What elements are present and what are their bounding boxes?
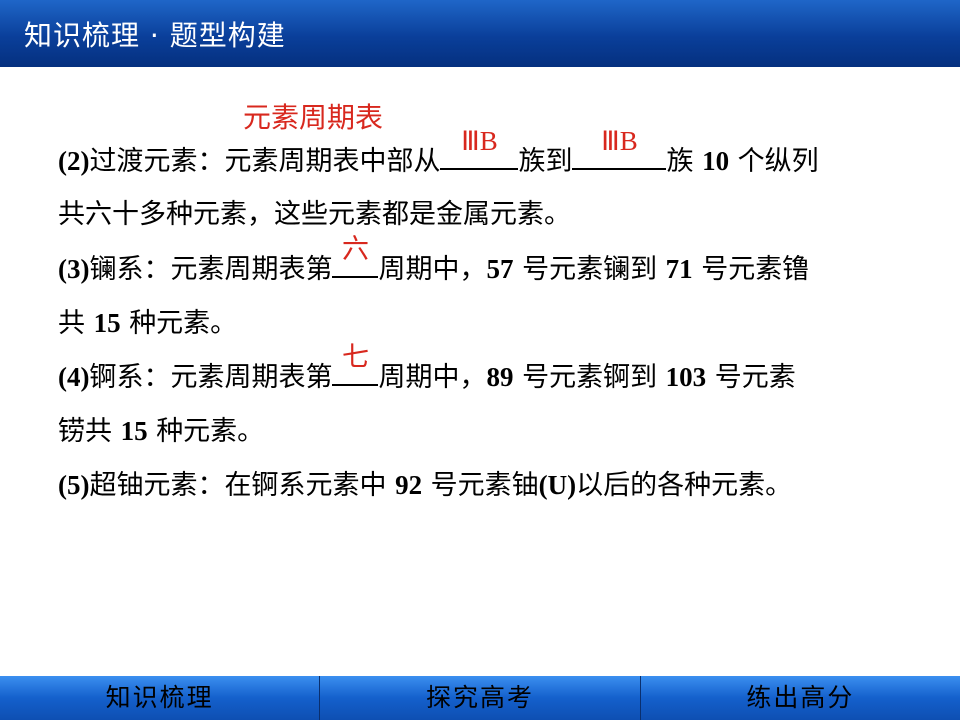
bottom-nav: 知识梳理 探究高考 练出高分 xyxy=(0,676,960,720)
text: 个纵列 xyxy=(737,146,819,177)
text: 号元素镧到 xyxy=(522,254,658,285)
text: 超铀元素：在锕系元素中 xyxy=(89,470,387,501)
paragraph-2-line-2: 共六十多种元素，这些元素都是金属元素。 xyxy=(58,199,571,230)
number: 15 xyxy=(120,416,148,446)
text: 号元素锕到 xyxy=(522,362,658,393)
item-number: (4) xyxy=(58,362,90,392)
text: 号元素铀 xyxy=(430,470,539,501)
item-number: (5) xyxy=(58,470,90,500)
answer-blank: 六 xyxy=(332,234,379,278)
text: 族 xyxy=(666,146,694,177)
text: 周期中， xyxy=(378,254,487,285)
text: 共 xyxy=(58,308,85,339)
item-number: (2) xyxy=(58,146,90,176)
number: 10 xyxy=(702,146,730,176)
answer-blank: 七 xyxy=(332,342,379,386)
answer-text: 六 xyxy=(341,234,369,264)
number: 57 xyxy=(486,254,514,284)
paragraph-2-line-1: (2)过渡元素：元素周期表中部从 ⅢB 族到 ⅢB 族 10 个纵列 xyxy=(58,126,928,188)
text: 铹共 xyxy=(58,416,112,447)
nav-practice-button[interactable]: 练出高分 xyxy=(640,676,960,720)
number: 89 xyxy=(486,362,514,392)
main-content: (2)过渡元素：元素周期表中部从 ⅢB 族到 ⅢB 族 10 个纵列 共六十多种元素，这… xyxy=(58,96,928,512)
text: 号元素镥 xyxy=(701,254,810,285)
text: 以后的各种元素。 xyxy=(576,470,793,501)
header-bar: 知识梳理 · 题型构建 xyxy=(0,0,960,67)
text: 过渡元素：元素周期表中部从 xyxy=(89,146,441,177)
text: 号元素 xyxy=(714,362,796,393)
text: 锕系：元素周期表第 xyxy=(89,362,333,393)
paragraph-5-line-1: (5)超铀元素：在锕系元素中 92 号元素铀(U)以后的各种元素。 xyxy=(58,458,928,512)
number: 71 xyxy=(665,254,693,284)
text: 周期中， xyxy=(378,362,487,393)
nav-explore-exam-button[interactable]: 探究高考 xyxy=(320,676,641,720)
paragraph-4-line-2: 铹共 15 种元素。 xyxy=(58,404,928,458)
text: 种元素。 xyxy=(129,308,238,339)
answer-text: ⅢB xyxy=(601,126,638,156)
header-title: 知识梳理 · 题型构建 xyxy=(24,19,286,52)
paragraph-3-line-2: 共 15 种元素。 xyxy=(58,296,928,350)
text: 镧系：元素周期表第 xyxy=(89,254,333,285)
number: (U) xyxy=(538,470,577,500)
answer-blank: ⅢB xyxy=(572,126,667,170)
number: 15 xyxy=(93,308,121,338)
number: 92 xyxy=(395,470,423,500)
item-number: (3) xyxy=(58,254,90,284)
answer-text: ⅢB xyxy=(461,126,498,156)
answer-blank: ⅢB xyxy=(440,126,519,170)
number: 103 xyxy=(665,362,707,392)
text: 种元素。 xyxy=(156,416,265,447)
text: 族到 xyxy=(518,146,573,177)
answer-text: 七 xyxy=(341,342,369,372)
nav-knowledge-review-button[interactable]: 知识梳理 xyxy=(0,676,321,720)
paragraph-3-line-1: (3)镧系：元素周期表第六周期中，57 号元素镧到 71 号元素镥 xyxy=(58,234,928,296)
paragraph-4-line-1: (4)锕系：元素周期表第七周期中，89 号元素锕到 103 号元素 xyxy=(58,342,928,404)
